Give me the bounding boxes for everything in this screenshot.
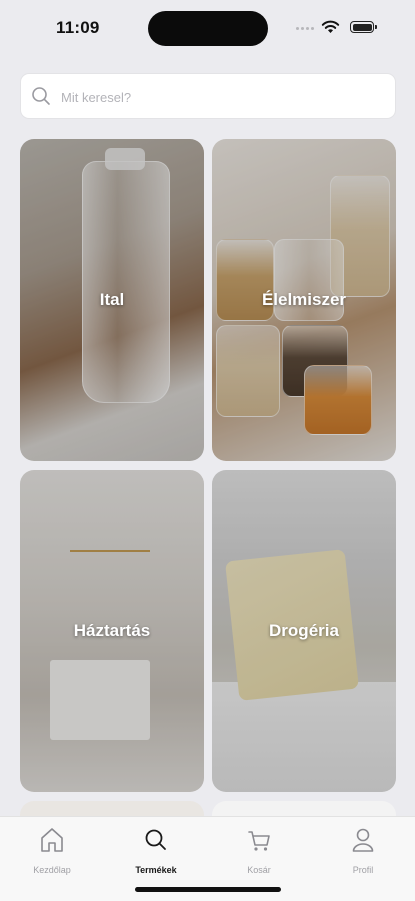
category-tile-elelmiszer[interactable]: Élelmiszer	[212, 139, 396, 461]
tab-profile[interactable]: Profil	[323, 825, 403, 875]
cellular-signal-icon	[296, 27, 316, 31]
tab-cart[interactable]: Kosár	[219, 825, 299, 875]
tab-label: Kezdőlap	[33, 865, 71, 875]
tab-label: Profil	[352, 865, 374, 875]
category-label: Háztartás	[73, 621, 151, 640]
wifi-icon	[321, 20, 340, 33]
home-icon	[41, 828, 63, 852]
search-icon	[32, 87, 50, 105]
battery-icon	[350, 21, 377, 33]
tab-products[interactable]: Termékek	[116, 825, 196, 875]
tab-label: Termékek	[135, 865, 177, 875]
search-icon	[145, 829, 166, 850]
tab-label: Kosár	[247, 865, 271, 875]
category-tile-drogeria[interactable]: Drogéria	[212, 470, 396, 792]
dynamic-island	[148, 11, 268, 46]
search-input[interactable]	[59, 74, 383, 120]
status-bar: 11:09	[0, 0, 415, 58]
category-label: Drogéria	[269, 621, 339, 640]
status-time: 11:09	[56, 18, 100, 37]
category-tile-ital[interactable]: Ital	[20, 139, 204, 461]
cart-icon	[248, 831, 270, 851]
category-label: Élelmiszer	[261, 290, 347, 309]
profile-icon	[352, 828, 374, 852]
search-bar[interactable]	[20, 73, 396, 120]
category-tile-haztartas[interactable]: Háztartás	[20, 470, 204, 792]
home-indicator	[135, 887, 281, 892]
category-label: Ital	[99, 290, 125, 309]
tab-home[interactable]: Kezdőlap	[12, 825, 92, 875]
